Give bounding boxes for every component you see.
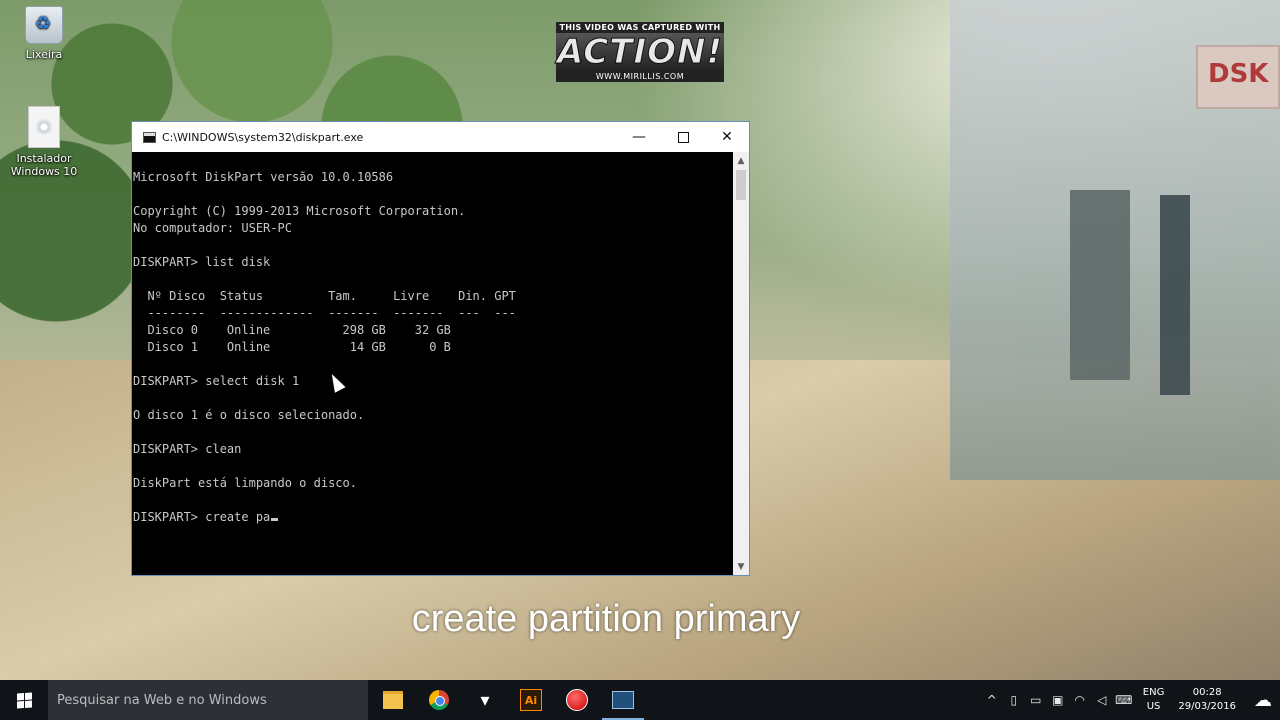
wifi-icon[interactable]: ◠ [1069,693,1091,707]
wallpaper-sign: DSK [1196,45,1280,109]
console-window-icon [612,691,634,709]
desktop-icon-label: Lixeira [25,48,63,61]
window-titlebar[interactable]: C:\WINDOWS\system32\diskpart.exe — ✕ [132,122,749,152]
maximize-icon [677,131,689,143]
scroll-down-arrow-icon[interactable]: ▼ [733,558,749,575]
close-button[interactable]: ✕ [705,122,749,152]
language-code: ENG [1142,687,1165,698]
recycle-bin-icon [25,6,63,44]
minimize-button[interactable]: — [617,122,661,152]
desktop-icon-windows-installer[interactable]: Instalador Windows 10 [4,106,84,178]
console-app-icon [143,131,156,143]
usb-device-icon[interactable]: ▯ [1003,693,1025,707]
minimize-icon: — [632,129,646,145]
video-subtitle: create partition primary [411,598,801,640]
diskpart-window[interactable]: C:\WINDOWS\system32\diskpart.exe — ✕ Mic… [131,121,750,576]
system-tray: ^ ▯ ▭ ▣ ◠ ◁ ⌨ ENG US 00:28 29/03/2016 ☁ [981,680,1280,720]
show-hidden-icons-chevron-icon[interactable]: ^ [981,693,1003,707]
disc-image-icon [28,106,60,148]
battery-icon[interactable]: ▭ [1025,693,1047,707]
scroll-thumb[interactable] [736,170,746,200]
illustrator-icon: Ai [520,689,542,711]
start-button[interactable] [0,680,48,720]
volume-icon[interactable]: ◁ [1091,693,1113,707]
taskbar-clock[interactable]: 00:28 29/03/2016 [1178,686,1236,714]
desktop-icon-label: Instalador Windows 10 [10,152,78,178]
folder-icon [383,691,403,709]
input-language[interactable]: ENG US [1143,686,1165,714]
taskbar-chrome[interactable] [416,680,462,720]
windows-logo-icon [16,691,32,709]
console-output: Microsoft DiskPart versão 10.0.10586 Cop… [132,152,735,526]
watermark-logo: ACTION! [556,32,724,72]
taskbar-foxit[interactable]: ▾ [462,680,508,720]
search-placeholder: Pesquisar na Web e no Windows [57,692,267,708]
action-center-icon[interactable]: ☁ [1246,690,1280,711]
clock-date: 29/03/2016 [1178,701,1236,712]
desktop-icon-recycle-bin[interactable]: Lixeira [4,6,84,61]
vertical-scrollbar[interactable]: ▲ ▼ [733,152,749,575]
record-icon [566,689,588,711]
taskbar-apps: ▾ Ai [370,680,646,720]
monitor-icon[interactable]: ▣ [1047,693,1069,707]
fox-icon: ▾ [480,689,490,711]
chrome-icon [429,690,449,710]
window-title: C:\WINDOWS\system32\diskpart.exe [162,130,364,144]
console-text: Microsoft DiskPart versão 10.0.10586 Cop… [133,170,516,524]
taskbar-file-explorer[interactable] [370,680,416,720]
text-cursor [271,518,279,521]
recording-watermark: THIS VIDEO WAS CAPTURED WITH ACTION! WWW… [556,22,724,82]
taskbar-diskpart-console[interactable] [600,680,646,720]
maximize-button[interactable] [661,122,705,152]
close-icon: ✕ [721,129,733,145]
wallpaper-sign-text: DSK [1208,59,1269,89]
watermark-url: WWW.MIRILLIS.COM [556,71,724,82]
clock-time: 00:28 [1192,687,1222,698]
keyboard-icon[interactable]: ⌨ [1113,693,1135,707]
taskbar-search-box[interactable]: Pesquisar na Web e no Windows [48,680,368,720]
console-area[interactable]: Microsoft DiskPart versão 10.0.10586 Cop… [132,152,735,575]
keyboard-layout: US [1146,701,1161,712]
taskbar: Pesquisar na Web e no Windows ▾ Ai ^ ▯ ▭… [0,680,1280,720]
scroll-up-arrow-icon[interactable]: ▲ [733,152,749,169]
taskbar-action-recorder[interactable] [554,680,600,720]
taskbar-illustrator[interactable]: Ai [508,680,554,720]
